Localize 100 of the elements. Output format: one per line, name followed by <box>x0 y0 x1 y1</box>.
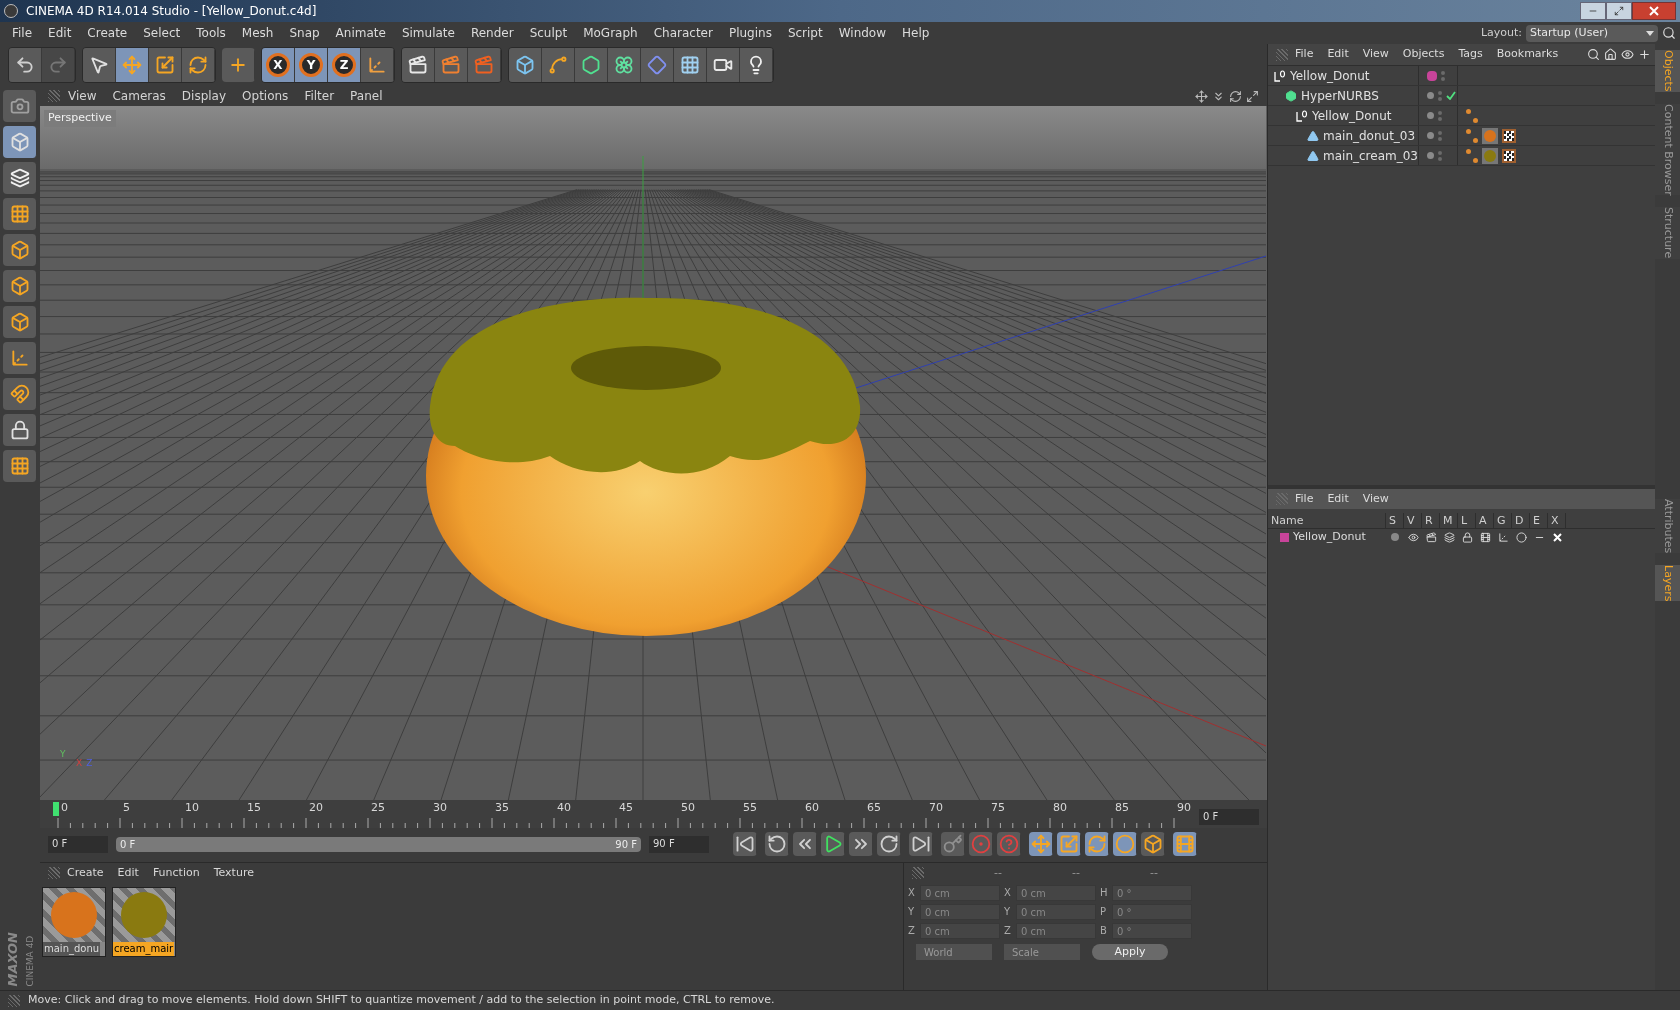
menu-item[interactable]: Edit <box>1320 490 1356 508</box>
render-dots-icon[interactable] <box>1438 90 1442 101</box>
column-header[interactable]: G <box>1494 513 1512 528</box>
record-button[interactable] <box>969 832 993 856</box>
menu-item[interactable]: Character <box>645 24 721 42</box>
cube-button[interactable] <box>509 48 542 82</box>
pointer-button[interactable] <box>83 48 116 82</box>
menu-item[interactable]: File <box>1288 490 1321 508</box>
phong-tag-icon[interactable] <box>1466 148 1478 163</box>
side-tab[interactable]: Content Browser <box>1655 103 1680 196</box>
x-mark-icon[interactable] <box>1552 532 1562 542</box>
menu-item[interactable]: Window <box>830 24 895 42</box>
menu-item[interactable]: Simulate <box>393 24 463 42</box>
layer-flag-icon[interactable] <box>1461 531 1473 543</box>
floor-button[interactable] <box>674 48 707 82</box>
lock-button[interactable] <box>3 414 37 446</box>
menu-item[interactable]: File <box>1288 46 1321 63</box>
magnet-button[interactable] <box>3 378 37 410</box>
menu-item[interactable]: Bookmarks <box>1489 46 1566 63</box>
menu-item[interactable]: Create <box>79 24 136 42</box>
menu-item[interactable]: Render <box>462 24 522 42</box>
scale-button[interactable] <box>1057 832 1081 856</box>
menu-item[interactable]: Edit <box>1320 46 1356 63</box>
menu-item[interactable]: Edit <box>40 24 80 42</box>
skip-back-button[interactable] <box>733 832 757 856</box>
camera-button[interactable] <box>3 90 37 122</box>
object-name[interactable]: HyperNURBS <box>1301 86 1379 105</box>
axis-lock-button[interactable]: X <box>262 48 295 82</box>
cube-polygon-button[interactable] <box>3 306 37 338</box>
menu-item[interactable]: View <box>1355 46 1396 63</box>
parameter-button[interactable] <box>1113 832 1137 856</box>
texture-tag-icon[interactable] <box>1502 148 1516 163</box>
plus-button[interactable] <box>222 48 255 82</box>
menu-item[interactable]: Snap <box>281 24 328 42</box>
restore-button[interactable] <box>1606 2 1632 20</box>
cube-edges-button[interactable] <box>3 270 37 302</box>
apply-button[interactable]: Apply <box>1092 944 1168 960</box>
phong-tag-icon[interactable] <box>1466 108 1478 123</box>
layer-color-swatch[interactable] <box>1427 70 1437 81</box>
film-button[interactable] <box>1173 832 1197 856</box>
coordinate-system-button[interactable] <box>361 48 394 82</box>
grid-plane-button[interactable] <box>3 198 37 230</box>
previous-frame-button[interactable] <box>793 832 817 856</box>
column-header[interactable]: E <box>1530 513 1548 528</box>
menu-item[interactable]: View <box>60 87 105 105</box>
column-header[interactable]: X <box>1548 513 1566 528</box>
close-button[interactable] <box>1632 2 1676 20</box>
render-dots-icon[interactable] <box>1438 130 1442 141</box>
menu-item[interactable]: Options <box>234 87 297 105</box>
scale-button[interactable] <box>149 48 182 82</box>
spline-button[interactable] <box>542 48 575 82</box>
rotate-button[interactable] <box>1085 832 1109 856</box>
check-icon[interactable] <box>1446 91 1456 100</box>
new-panel-icon[interactable] <box>1638 48 1651 61</box>
axis-button[interactable] <box>3 342 37 374</box>
menu-item[interactable]: Display <box>173 87 235 105</box>
layer-flag-icon[interactable] <box>1443 531 1455 543</box>
grip-icon[interactable] <box>1276 48 1288 61</box>
column-header[interactable]: V <box>1404 513 1422 528</box>
cube-points-button[interactable] <box>1141 832 1165 856</box>
grip-icon[interactable] <box>8 994 20 1007</box>
side-tab[interactable]: Structure <box>1655 207 1680 259</box>
menu-item[interactable]: MoGraph <box>575 24 646 42</box>
object-name[interactable]: Yellow_Donut <box>1312 106 1392 125</box>
layers-button[interactable] <box>3 162 37 194</box>
home-icon[interactable] <box>1604 48 1617 61</box>
menu-item[interactable]: Script <box>779 24 831 42</box>
move-button[interactable] <box>1029 832 1053 856</box>
menu-item[interactable]: Panel <box>342 87 391 105</box>
column-header[interactable]: Name <box>1268 513 1386 528</box>
menu-item[interactable]: File <box>4 24 41 42</box>
search-icon[interactable] <box>1587 48 1600 61</box>
menu-item[interactable]: Mesh <box>233 24 282 42</box>
menu-item[interactable]: Texture <box>206 864 261 882</box>
column-header[interactable]: D <box>1512 513 1530 528</box>
menu-item[interactable]: Help <box>894 24 938 42</box>
grid-button[interactable] <box>3 450 37 482</box>
flower-button[interactable] <box>608 48 641 82</box>
camera-button[interactable] <box>707 48 740 82</box>
play-button[interactable] <box>821 832 845 856</box>
grip-icon[interactable] <box>912 867 924 879</box>
side-tab[interactable]: Attributes <box>1655 498 1680 553</box>
menu-item[interactable]: Function <box>145 864 207 882</box>
menu-item[interactable]: Sculpt <box>521 24 576 42</box>
clapperboard-button[interactable] <box>402 48 435 82</box>
deformer-button[interactable] <box>641 48 674 82</box>
range-slider[interactable] <box>116 836 641 852</box>
grip-icon[interactable] <box>48 90 60 102</box>
render-dots-icon[interactable] <box>1441 70 1445 81</box>
minimize-button[interactable] <box>1580 2 1606 20</box>
eye-icon[interactable] <box>1621 48 1634 61</box>
phong-tag-icon[interactable] <box>1466 128 1478 143</box>
key-button[interactable] <box>941 832 965 856</box>
menu-item[interactable]: Objects <box>1395 46 1452 63</box>
menu-item[interactable]: Create <box>60 864 111 882</box>
layer-flag-icon[interactable] <box>1407 531 1419 543</box>
next-frame-button[interactable] <box>849 832 873 856</box>
side-tab[interactable]: Layers <box>1655 564 1680 602</box>
object-name[interactable]: main_donut_03 <box>1323 126 1416 145</box>
menu-item[interactable]: Tags <box>1451 46 1490 63</box>
